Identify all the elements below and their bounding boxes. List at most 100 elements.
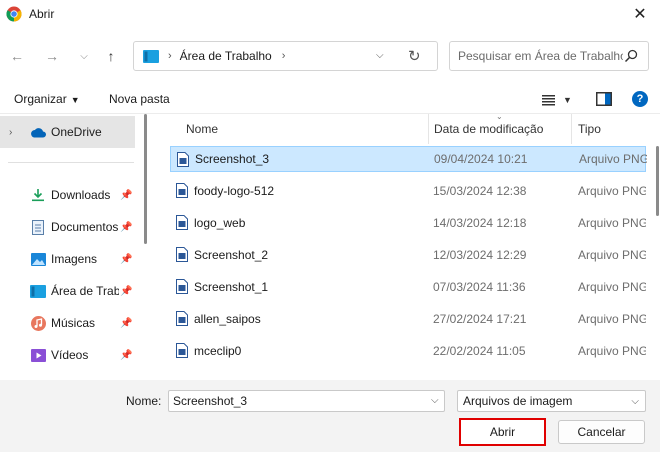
sidebar-item-onedrive[interactable]: › OneDrive xyxy=(0,116,135,148)
pin-icon[interactable]: 📌 xyxy=(120,190,132,201)
file-name: logo_web xyxy=(194,216,246,230)
arrow-left-icon: ← xyxy=(10,48,24,64)
sidebar-item-label: Vídeos xyxy=(51,348,89,362)
back-button[interactable]: ← xyxy=(5,44,29,68)
search-placeholder[interactable]: Pesquisar em Área de Trabalho xyxy=(458,49,623,63)
chrome-icon xyxy=(6,6,22,22)
cloud-icon xyxy=(30,124,46,140)
column-header-name[interactable]: Nome xyxy=(186,114,218,144)
file-date: 09/04/2024 10:21 xyxy=(434,152,528,166)
search-box[interactable]: Pesquisar em Área de Trabalho xyxy=(449,41,649,71)
pin-icon[interactable]: 📌 xyxy=(120,254,132,265)
column-separator[interactable] xyxy=(428,114,429,144)
sidebar-item-label: Downloads xyxy=(51,188,111,202)
image-icon xyxy=(30,251,46,267)
sidebar-divider xyxy=(8,162,134,163)
file-icon xyxy=(176,215,188,230)
chevron-right-icon[interactable]: › xyxy=(9,127,12,138)
file-name: Screenshot_3 xyxy=(195,152,270,166)
help-button[interactable]: ? xyxy=(632,91,648,107)
chevron-right-icon[interactable]: › xyxy=(282,50,286,62)
file-name: allen_saipos xyxy=(194,312,261,326)
sidebar-item-documents[interactable]: Documentos 📌 xyxy=(0,211,135,243)
file-row[interactable]: mceclip0 22/02/2024 11:05 Arquivo PNG xyxy=(170,338,646,364)
file-date: 27/02/2024 17:21 xyxy=(433,312,527,326)
pin-icon[interactable]: 📌 xyxy=(120,318,132,329)
file-row[interactable]: Screenshot_2 12/03/2024 12:29 Arquivo PN… xyxy=(170,242,646,268)
file-row[interactable]: Screenshot_3 09/04/2024 10:21 Arquivo PN… xyxy=(170,146,647,172)
file-icon xyxy=(176,343,188,358)
help-icon: ? xyxy=(636,93,644,105)
file-icon xyxy=(177,152,189,167)
file-name: Screenshot_1 xyxy=(194,280,269,294)
recent-locations-button[interactable]: ⌵ xyxy=(72,44,96,68)
sidebar-scrollbar[interactable] xyxy=(144,114,147,244)
new-folder-button[interactable]: Nova pasta xyxy=(109,92,170,106)
file-type: Arquivo PNG xyxy=(578,248,646,262)
forward-button[interactable]: → xyxy=(40,44,64,68)
file-type: Arquivo PNG xyxy=(578,184,646,198)
sidebar-item-videos[interactable]: Vídeos 📌 xyxy=(0,339,135,371)
file-row[interactable]: foody-logo-512 15/03/2024 12:38 Arquivo … xyxy=(170,178,646,204)
open-button[interactable]: Abrir xyxy=(459,418,546,446)
file-list-scrollbar[interactable] xyxy=(656,146,659,216)
file-date: 14/03/2024 12:18 xyxy=(433,216,527,230)
sidebar-item-desktop[interactable]: Área de Trabalho 📌 xyxy=(0,275,135,307)
file-row[interactable]: Screenshot_1 07/03/2024 11:36 Arquivo PN… xyxy=(170,274,646,300)
file-type: Arquivo PNG xyxy=(578,216,646,230)
column-separator[interactable] xyxy=(571,114,572,144)
pin-icon[interactable]: 📌 xyxy=(120,286,132,297)
close-button[interactable]: ✕ xyxy=(620,0,660,28)
chevron-down-icon[interactable]: ⌵ xyxy=(431,395,439,406)
file-row[interactable]: allen_saipos 27/02/2024 17:21 Arquivo PN… xyxy=(170,306,646,332)
file-row[interactable]: logo_web 14/03/2024 12:18 Arquivo PNG xyxy=(170,210,646,236)
file-name-label: Nome: xyxy=(126,394,162,408)
file-type-select[interactable]: Arquivos de imagem ⌵ xyxy=(457,390,646,412)
file-icon xyxy=(176,311,188,326)
file-type: Arquivo PNG xyxy=(578,312,646,326)
desktop-folder-icon xyxy=(143,49,159,63)
navigation-bar: ← → ⌵ ↑ › Área de Trabalho › ⌵ ↻ Pesquis… xyxy=(0,36,660,76)
breadcrumb-current[interactable]: Área de Trabalho xyxy=(180,49,272,63)
file-type: Arquivo PNG xyxy=(578,280,646,294)
file-date: 22/02/2024 11:05 xyxy=(433,344,526,358)
file-icon xyxy=(176,279,188,294)
view-options-button[interactable]: ▼ xyxy=(542,92,576,108)
download-icon xyxy=(30,187,46,203)
caret-down-icon: ▼ xyxy=(563,95,572,105)
address-dropdown-icon[interactable]: ⌵ xyxy=(376,50,384,61)
refresh-icon[interactable]: ↻ xyxy=(408,47,421,65)
navigation-pane: › OneDrive Downloads 📌 Documentos 📌 Imag… xyxy=(0,114,148,380)
command-bar: Organizar ▼ Nova pasta ▼ ? xyxy=(0,84,660,114)
desktop-icon xyxy=(30,283,46,299)
file-icon xyxy=(176,247,188,262)
pin-icon[interactable]: 📌 xyxy=(120,222,132,233)
sidebar-item-downloads[interactable]: Downloads 📌 xyxy=(0,179,135,211)
search-icon xyxy=(624,49,638,63)
cancel-button[interactable]: Cancelar xyxy=(558,420,645,444)
pin-icon[interactable]: 📌 xyxy=(120,350,132,361)
organize-button[interactable]: Organizar ▼ xyxy=(14,92,80,106)
sidebar-item-label: Área de Trabalho xyxy=(51,284,119,298)
file-type-value: Arquivos de imagem xyxy=(463,394,573,408)
file-icon xyxy=(176,183,188,198)
column-header-date[interactable]: Data de modificação xyxy=(434,114,543,144)
preview-pane-icon[interactable] xyxy=(596,92,612,106)
up-button[interactable]: ↑ xyxy=(99,44,123,68)
organize-label: Organizar xyxy=(14,92,67,106)
music-icon xyxy=(30,315,46,331)
sidebar-item-label: Imagens xyxy=(51,252,98,266)
file-name-input[interactable] xyxy=(168,390,445,412)
video-icon xyxy=(30,347,46,363)
sidebar-item-images[interactable]: Imagens 📌 xyxy=(0,243,135,275)
arrow-right-icon: → xyxy=(45,48,59,64)
file-date: 12/03/2024 12:29 xyxy=(433,248,527,262)
sidebar-item-music[interactable]: Músicas 📌 xyxy=(0,307,135,339)
address-bar[interactable]: › Área de Trabalho › ⌵ ↻ xyxy=(133,41,438,71)
file-date: 15/03/2024 12:38 xyxy=(433,184,527,198)
file-type: Arquivo PNG xyxy=(578,344,646,358)
document-icon xyxy=(30,219,46,235)
column-header-type[interactable]: Tipo xyxy=(578,114,601,144)
sidebar-item-label: OneDrive xyxy=(51,125,102,139)
file-name: foody-logo-512 xyxy=(194,184,275,198)
